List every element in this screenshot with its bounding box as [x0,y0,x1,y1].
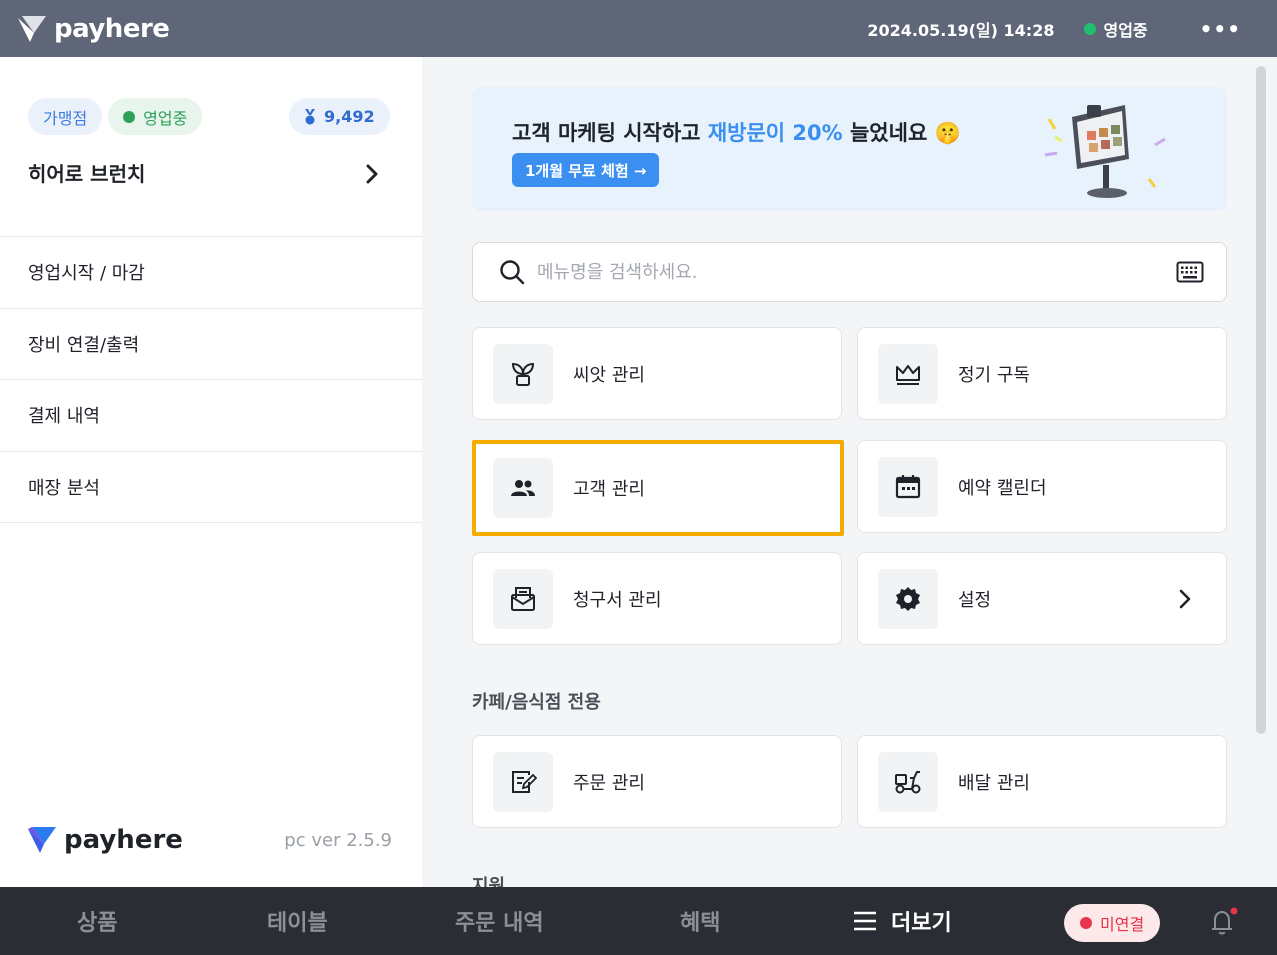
datetime: 2024.05.19(일) 14:28 [867,20,1055,40]
nav-more[interactable]: 더보기 [853,887,952,955]
store-type-badge: 가맹점 [28,98,103,135]
sprout-icon [493,343,553,404]
keyboard-icon[interactable] [1176,261,1204,283]
sidebar-menu: 영업시작 / 마감 장비 연결/출력 결제 내역 매장 분석 [0,236,422,523]
menu-card-reservation[interactable]: 예약 캘린더 [857,440,1227,533]
gear-icon [878,568,938,629]
app-version: pc ver 2.5.9 [284,829,392,851]
points-badge[interactable]: 9,492 [289,98,390,135]
card-label: 주문 관리 [573,772,645,794]
top-bar: payhere 2024.05.19(일) 14:28 영업중 ••• [0,0,1277,57]
store-name[interactable]: 히어로 브런치 [28,158,145,187]
sidebar-item-payments[interactable]: 결제 내역 [0,380,422,452]
sidebar-item-label: 장비 연결/출력 [28,334,140,356]
brand: payhere [18,13,170,44]
menu-card-delivery[interactable]: 배달 관리 [857,735,1227,828]
card-label: 배달 관리 [958,772,1030,794]
status-dot-icon [1084,22,1097,35]
sidebar-item-open-close[interactable]: 영업시작 / 마감 [0,237,422,309]
card-label: 예약 캘린더 [958,477,1047,499]
status-dot-icon [123,110,136,123]
menu-card-settings[interactable]: 설정 [857,552,1227,645]
envelope-icon [493,568,553,629]
nav-orders[interactable]: 주문 내역 [455,887,544,955]
menu-card-subscription[interactable]: 정기 구독 [857,327,1227,420]
nav-more-label: 더보기 [891,911,952,936]
sidebar-item-analytics[interactable]: 매장 분석 [0,452,422,523]
store-status-badge: 영업중 [108,98,203,135]
calendar-icon [878,456,938,517]
users-icon [493,458,553,518]
menu-search-bar [472,242,1227,302]
card-label: 씨앗 관리 [573,364,645,386]
business-status: 영업중 [1084,17,1148,41]
sidebar-item-label: 결제 내역 [28,406,100,428]
points-value: 9,492 [324,107,375,126]
search-input[interactable] [537,261,1176,283]
footer-brand-name: payhere [64,825,183,855]
nav-tables[interactable]: 테이블 [267,887,328,955]
banner-title: 고객 마케팅 시작하고 재방문이 20% 늘었네요 🤫 [512,117,961,147]
sidebar-footer: payhere pc ver 2.5.9 [28,825,392,855]
banner-title-highlight: 재방문이 20% [707,121,843,145]
card-label: 정기 구독 [958,364,1030,386]
hamburger-menu-icon [854,911,876,931]
main-content: 고객 마케팅 시작하고 재방문이 20% 늘었네요 🤫 1개월 무료 체험 → [422,57,1277,887]
sidebar-item-label: 영업시작 / 마감 [28,263,145,285]
connection-status-button[interactable]: 미연결 [1064,904,1161,942]
sidebar-item-devices[interactable]: 장비 연결/출력 [0,309,422,380]
more-dots-icon[interactable]: ••• [1200,17,1241,41]
payhere-logo-icon [28,827,56,853]
payhere-logo-icon [18,15,46,42]
free-trial-button[interactable]: 1개월 무료 체험 → [512,153,660,187]
scooter-icon [878,751,938,812]
nav-products[interactable]: 상품 [77,887,117,955]
menu-card-customer[interactable]: 고객 관리 [472,440,844,536]
crown-icon [878,343,938,404]
banner-title-suffix: 늘었네요 🤫 [842,121,961,145]
bell-icon[interactable] [1210,907,1238,937]
section-title-cafe: 카페/음식점 전용 [472,692,601,713]
card-label: 고객 관리 [573,479,645,500]
pos-terminal-illustration [1044,105,1166,198]
brand-name: payhere [54,13,170,44]
medal-icon [305,108,315,124]
chevron-right-icon [1179,589,1191,609]
menu-card-order[interactable]: 주문 관리 [472,735,842,828]
bottom-nav: 상품 테이블 주문 내역 혜택 더보기 미연결 [0,887,1277,955]
edit-document-icon [493,751,553,812]
section-title-support: 지원 [472,876,506,887]
scrollbar[interactable] [1256,66,1266,734]
sidebar: 가맹점 영업중 9,492 히어로 브런치 영업시작 / 마감 장비 연결/출력… [0,57,422,887]
banner-title-prefix: 고객 마케팅 시작하고 [512,121,708,145]
status-dot-icon [1080,917,1092,929]
business-status-label: 영업중 [1103,20,1148,40]
nav-benefits[interactable]: 혜택 [680,887,720,955]
chevron-right-icon[interactable] [358,160,386,188]
card-label: 청구서 관리 [573,589,662,611]
store-status-label: 영업중 [143,108,188,128]
promo-banner[interactable]: 고객 마케팅 시작하고 재방문이 20% 늘었네요 🤫 1개월 무료 체험 → [472,87,1227,211]
sidebar-item-label: 매장 분석 [28,477,100,499]
menu-card-invoice[interactable]: 청구서 관리 [472,552,842,645]
menu-card-seed[interactable]: 씨앗 관리 [472,327,842,420]
search-icon [500,260,525,285]
connection-status-label: 미연결 [1100,915,1145,934]
card-label: 설정 [958,589,992,611]
